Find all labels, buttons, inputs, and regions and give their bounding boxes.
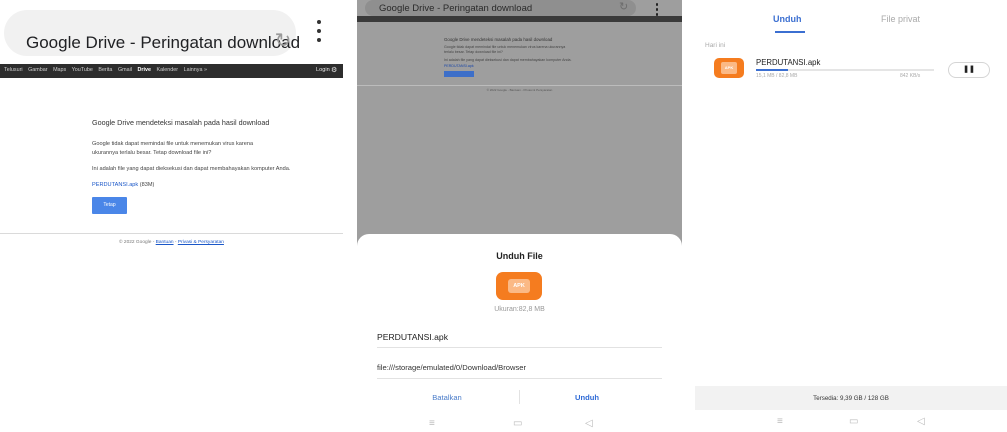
reload-icon[interactable]: ↻ [272, 30, 294, 52]
file-size: (83M) [139, 182, 155, 188]
menu-icon[interactable]: ≡ [777, 417, 783, 427]
storage-bar: Tersedia: 9,39 GB / 128 GB [695, 386, 1007, 410]
nav-link[interactable]: Telusuri [4, 67, 23, 73]
tab-private-files[interactable]: File privat [881, 14, 920, 24]
footer-copyright: © 2022 Google - [119, 240, 155, 245]
browser-toolbar: Google Drive - Peringatan download ↻ [0, 0, 343, 64]
reload-icon: ↻ [619, 1, 629, 13]
apk-file-icon: APK [714, 58, 744, 78]
browser-warning-page: Google Drive - Peringatan download ↻ Tel… [0, 0, 343, 432]
active-tab-indicator [775, 31, 805, 33]
section-label: Hari ini [705, 42, 726, 49]
file-link: PERDUTANSI.apk [444, 64, 474, 68]
divider [377, 347, 662, 348]
footer: © 2022 Google - Bantuan - Privasi & Pers… [486, 88, 553, 92]
login-link[interactable]: Login [316, 67, 330, 73]
apk-label: APK [508, 279, 530, 293]
file-info: PERDUTANSI.apk (83M) [92, 182, 154, 188]
nav-link[interactable]: Maps [53, 67, 66, 73]
nav-link-drive[interactable]: Drive [138, 67, 152, 73]
pause-button[interactable]: ❚❚ [948, 62, 990, 78]
home-icon[interactable]: ▭ [849, 417, 858, 427]
system-nav-bar: ≡ ▭ ◁ [695, 414, 1007, 430]
button-separator [519, 390, 520, 404]
warning-body: Google tidak dapat memindai file untuk m… [92, 141, 254, 156]
address-bar[interactable]: Google Drive - Peringatan download ↻ [4, 10, 300, 56]
nav-link[interactable]: Gmail [118, 67, 132, 73]
footer-privacy-link[interactable]: Privasi & Persyaratan [178, 240, 224, 245]
menu-icon[interactable]: ≡ [429, 419, 435, 429]
nav-link[interactable]: Gambar [28, 67, 47, 73]
home-icon[interactable]: ▭ [513, 419, 522, 429]
download-button[interactable]: Unduh [537, 393, 637, 402]
warning-body: Google tidak dapat memindai file untuk m… [444, 45, 566, 54]
warning-title: Google Drive mendeteksi masalah pada has… [444, 37, 553, 42]
download-bottom-sheet: Unduh File APK Ukuran:82,8 MB PERDUTANSI… [357, 234, 682, 432]
divider [377, 378, 662, 379]
download-item-name[interactable]: PERDUTANSI.apk [756, 58, 820, 67]
pause-icon: ❚❚ [963, 66, 975, 73]
google-nav-bar: Telusuri Gambar Maps YouTube Berita Gmai… [0, 64, 343, 78]
google-nav-bar [357, 16, 682, 22]
storage-text: Tersedia: 9,39 GB / 128 GB [813, 395, 889, 402]
page-title: Google Drive - Peringatan download [26, 33, 301, 52]
keep-download-button[interactable]: Tetap download [92, 197, 127, 225]
footer-help-link[interactable]: Bantuan [156, 240, 174, 245]
back-icon[interactable]: ◁ [585, 419, 593, 429]
download-progress-bar [756, 69, 934, 71]
download-progress-fill [756, 69, 789, 71]
sheet-title: Unduh File [496, 251, 543, 261]
warning-executable: Ini adalah file yang dapat dieksekusi da… [92, 166, 291, 172]
download-dialog-screen: Google Drive - Peringatan download ↻ Goo… [357, 0, 682, 432]
keep-download-button [444, 71, 474, 77]
downloads-manager-screen: Unduh File privat Hari ini APK PERDUTANS… [695, 0, 1007, 432]
divider [357, 85, 682, 86]
more-options-icon[interactable] [312, 20, 326, 46]
divider [0, 233, 343, 234]
system-nav-bar: ≡ ▭ ◁ [357, 416, 682, 432]
file-path-field[interactable]: file:///storage/emulated/0/Download/Brow… [377, 363, 526, 372]
file-link[interactable]: PERDUTANSI.apk [92, 182, 138, 188]
apk-label: APK [721, 62, 737, 74]
google-nav-links: Telusuri Gambar Maps YouTube Berita Gmai… [4, 67, 211, 73]
cancel-button[interactable]: Batalkan [397, 393, 497, 402]
footer-copyright: © 2022 Google - [486, 88, 509, 92]
nav-link-more[interactable]: Lainnya » [184, 67, 207, 73]
download-item-speed: 842 KB/s [900, 73, 921, 79]
nav-link[interactable]: Kalender [157, 67, 179, 73]
more-options-icon [653, 3, 661, 17]
nav-link[interactable]: YouTube [72, 67, 93, 73]
footer-help-link: Bantuan [509, 88, 521, 92]
back-icon[interactable]: ◁ [917, 417, 925, 427]
download-item-size: 15,1 MB / 82,8 MB [756, 73, 798, 79]
file-size-text: Ukuran:82,8 MB [494, 306, 545, 313]
address-bar: Google Drive - Peringatan download ↻ [365, 0, 636, 16]
footer-privacy-link: Privasi & Persyaratan [523, 88, 553, 92]
warning-title: Google Drive mendeteksi masalah pada has… [92, 118, 270, 127]
apk-file-icon: APK [496, 272, 542, 300]
gear-icon[interactable]: ⚙ [331, 66, 337, 74]
warning-executable: Ini adalah file yang dapat dieksekusi da… [444, 58, 572, 62]
nav-link[interactable]: Berita [98, 67, 112, 73]
tab-downloads[interactable]: Unduh [773, 14, 802, 24]
file-name-field[interactable]: PERDUTANSI.apk [377, 332, 448, 342]
footer: © 2022 Google - Bantuan - Privasi & Pers… [119, 240, 224, 245]
page-title: Google Drive - Peringatan download [379, 3, 533, 14]
